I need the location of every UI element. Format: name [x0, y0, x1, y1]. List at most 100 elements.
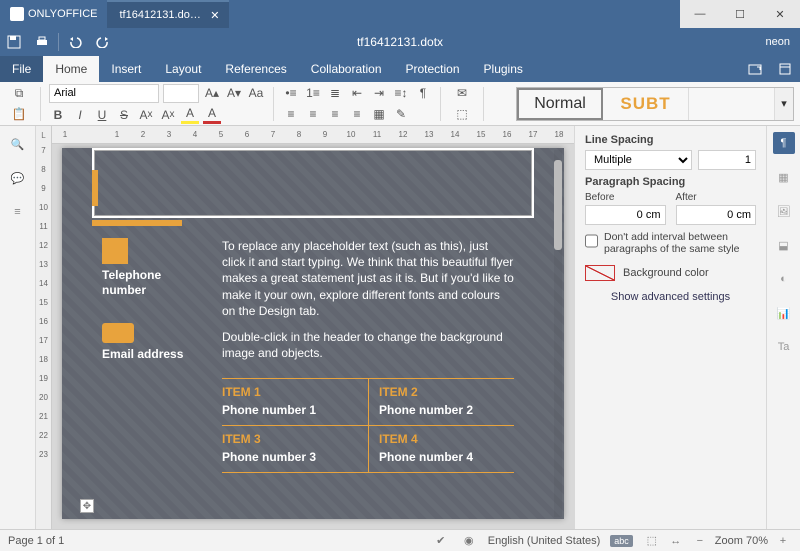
page-indicator[interactable]: Page 1 of 1	[8, 535, 64, 547]
superscript-button[interactable]: Ax	[137, 106, 155, 124]
change-case-icon[interactable]: Aa	[247, 84, 265, 102]
underline-button[interactable]: U	[93, 106, 111, 124]
paste-button[interactable]: 📋	[10, 105, 28, 123]
language-indicator[interactable]: English (United States)	[488, 535, 601, 547]
telephone-block[interactable]: Telephone number	[102, 238, 242, 298]
comments-icon[interactable]: 💬	[8, 168, 28, 188]
tab-collaboration[interactable]: Collaboration	[299, 56, 394, 82]
document-area: L 1123456789101112131415161718 789101112…	[36, 126, 574, 529]
indent-left-button[interactable]: ⇤	[348, 84, 366, 102]
tab-insert[interactable]: Insert	[99, 56, 153, 82]
style-expand-icon[interactable]: ▾	[775, 88, 793, 120]
user-name[interactable]: neon	[766, 36, 800, 48]
align-justify-button[interactable]: ≡	[348, 105, 366, 123]
spacing-after-input[interactable]	[676, 205, 757, 225]
item-head: ITEM 3	[222, 432, 368, 446]
open-location-icon[interactable]	[740, 56, 770, 82]
mail-label-1: Email	[102, 347, 134, 361]
close-icon[interactable]: ✕	[209, 9, 221, 21]
body-text[interactable]: To replace any placeholder text (such as…	[222, 238, 514, 371]
zoom-in-icon[interactable]: +	[774, 533, 792, 549]
ruler-corner: L	[36, 126, 52, 144]
fit-page-icon[interactable]: ⬚	[643, 533, 661, 549]
tab-file[interactable]: File	[0, 56, 43, 82]
indent-right-button[interactable]: ⇥	[370, 84, 388, 102]
chart-settings-icon[interactable]: 📊	[773, 302, 795, 324]
tab-plugins[interactable]: Plugins	[472, 56, 535, 82]
save-button[interactable]	[0, 28, 28, 56]
line-spacing-mode[interactable]: Multiple	[585, 150, 692, 170]
line-spacing-heading: Line Spacing	[585, 134, 756, 146]
bullets-button[interactable]: •≡	[282, 84, 300, 102]
align-center-button[interactable]: ≡	[304, 105, 322, 123]
advanced-settings-link[interactable]: Show advanced settings	[585, 291, 756, 303]
app-logo: ONLYOFFICE	[0, 0, 107, 28]
document-page[interactable]: Telephone number Email address To replac…	[62, 148, 564, 519]
fit-width-icon[interactable]: ↔	[667, 533, 685, 549]
close-button[interactable]: ✕	[760, 0, 800, 28]
view-settings-icon[interactable]	[770, 56, 800, 82]
zoom-out-icon[interactable]: −	[691, 533, 709, 549]
tab-home[interactable]: Home	[43, 56, 99, 82]
shading-button[interactable]: ▦	[370, 105, 388, 123]
style-normal[interactable]: Normal	[517, 88, 603, 120]
style-subtitle[interactable]: SUBT	[603, 88, 689, 120]
style-blank[interactable]	[689, 88, 775, 120]
insert-field-button[interactable]: ⬚	[453, 105, 471, 123]
align-left-button[interactable]: ≡	[282, 105, 300, 123]
maximize-button[interactable]: ☐	[720, 0, 760, 28]
spacing-before-input[interactable]	[585, 205, 666, 225]
strike-button[interactable]: S	[115, 106, 133, 124]
italic-button[interactable]: I	[71, 106, 89, 124]
undo-button[interactable]	[61, 28, 89, 56]
font-color-button[interactable]: A	[203, 106, 221, 124]
copy-button[interactable]: ⧉	[10, 84, 28, 102]
redo-button[interactable]	[89, 28, 117, 56]
headings-icon[interactable]: ≡	[8, 202, 28, 222]
tab-layout[interactable]: Layout	[153, 56, 213, 82]
header-settings-icon[interactable]: ⬓	[773, 234, 795, 256]
vertical-scrollbar[interactable]	[554, 150, 562, 517]
increase-font-icon[interactable]: A▴	[203, 84, 221, 102]
image-settings-icon[interactable]: 🖼	[773, 200, 795, 222]
window-controls: ― ☐ ✕	[680, 0, 800, 28]
numbering-button[interactable]: 1≡	[304, 84, 322, 102]
mail-label-2: address	[137, 347, 183, 361]
items-table[interactable]: ITEM 1Phone number 1 ITEM 2Phone number …	[222, 378, 514, 473]
horizontal-ruler[interactable]: L 1123456789101112131415161718	[36, 126, 574, 144]
bg-color-swatch[interactable]	[585, 265, 615, 281]
tab-protection[interactable]: Protection	[394, 56, 472, 82]
search-icon[interactable]: 🔍	[8, 134, 28, 154]
textart-settings-icon[interactable]: Ta	[773, 336, 795, 358]
highlight-button[interactable]: A	[181, 106, 199, 124]
decrease-font-icon[interactable]: A▾	[225, 84, 243, 102]
table-move-handle[interactable]: ✥	[80, 499, 94, 513]
document-tab[interactable]: tf16412131.do… ✕	[107, 0, 228, 28]
font-name-input[interactable]	[49, 84, 159, 103]
tab-references[interactable]: References	[213, 56, 298, 82]
clear-style-button[interactable]: ✎	[392, 105, 410, 123]
paragraph-settings-icon[interactable]: ¶	[773, 132, 795, 154]
shape-settings-icon[interactable]: ◐	[773, 268, 795, 290]
minimize-button[interactable]: ―	[680, 0, 720, 28]
spellcheck-icon[interactable]: ✔	[432, 533, 450, 549]
table-settings-icon[interactable]: ▦	[773, 166, 795, 188]
tel-label-1: Telephone	[102, 268, 242, 283]
mailmerge-button[interactable]: ✉	[453, 84, 471, 102]
no-interval-checkbox[interactable]	[585, 231, 598, 251]
lang-pill-icon[interactable]: abc	[610, 535, 633, 547]
line-spacing-value[interactable]	[698, 150, 756, 170]
bold-button[interactable]: B	[49, 106, 67, 124]
paragraph-marks-button[interactable]: ¶	[414, 84, 432, 102]
print-button[interactable]	[28, 28, 56, 56]
multilevel-button[interactable]: ≣	[326, 84, 344, 102]
tracking-icon[interactable]: ◉	[460, 533, 478, 549]
subscript-button[interactable]: Ax	[159, 106, 177, 124]
line-spacing-button[interactable]: ≡↕	[392, 84, 410, 102]
tel-label-2: number	[102, 283, 242, 298]
email-block[interactable]: Email address	[102, 323, 242, 361]
vertical-ruler[interactable]: 7891011121314151617181920212223	[36, 144, 52, 529]
item-head: ITEM 4	[379, 432, 514, 446]
font-size-input[interactable]	[163, 84, 199, 103]
align-right-button[interactable]: ≡	[326, 105, 344, 123]
